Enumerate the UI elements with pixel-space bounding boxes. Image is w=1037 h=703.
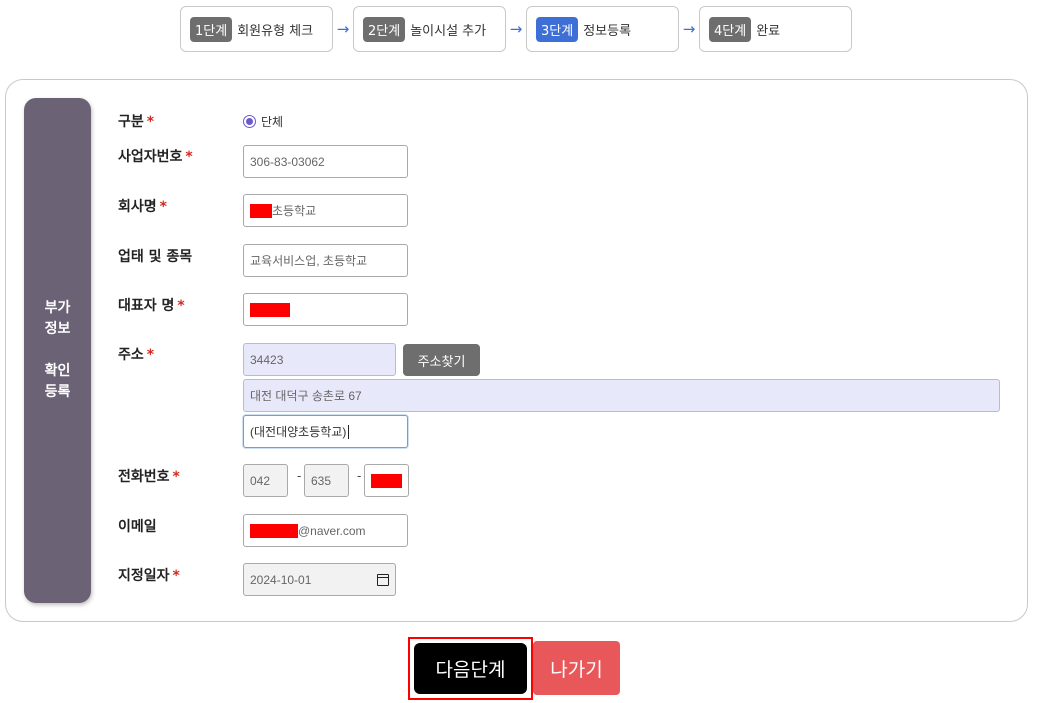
- biz-no-label: 사업자번호 *: [118, 149, 193, 165]
- step-3-label: 정보등록: [583, 23, 632, 39]
- redacted-block: [371, 473, 402, 488]
- sidebar-line-3: 확인: [44, 363, 71, 379]
- address-line2-input[interactable]: (대전대양초등학교): [243, 415, 408, 448]
- step-3: 3단계 정보등록: [526, 6, 679, 52]
- phone-separator: -: [297, 469, 302, 483]
- zipcode-input[interactable]: 34423: [243, 343, 396, 376]
- required-mark: *: [146, 347, 155, 363]
- biz-no-input[interactable]: 306-83-03062: [243, 145, 408, 178]
- step-1-label: 회원유형 체크: [237, 23, 314, 39]
- sidebar-section-title: 부가 정보 확인 등록: [24, 98, 91, 603]
- next-step-button[interactable]: 다음단계: [414, 643, 527, 694]
- type-label: 구분 *: [118, 114, 155, 130]
- required-mark: *: [146, 114, 155, 130]
- required-mark: *: [172, 469, 180, 485]
- redacted-block: [250, 302, 290, 317]
- phone-part1-input[interactable]: 042: [243, 464, 288, 497]
- step-1: 1단계 회원유형 체크: [180, 6, 333, 52]
- email-input[interactable]: @naver.com: [243, 514, 408, 547]
- step-1-badge: 1단계: [190, 16, 233, 42]
- address-line1-input[interactable]: 대전 대덕구 송촌로 67: [243, 379, 1000, 412]
- step-3-badge: 3단계: [536, 16, 579, 42]
- step-arrow-icon: →: [682, 20, 696, 38]
- email-label: 이메일: [118, 519, 157, 535]
- step-2-badge: 2단계: [363, 16, 406, 42]
- step-2: 2단계 놀이시설 추가: [353, 6, 506, 52]
- redacted-block: [250, 203, 272, 218]
- address-search-button[interactable]: 주소찾기: [403, 344, 480, 376]
- step-4: 4단계 완료: [699, 6, 852, 52]
- text-cursor: [348, 424, 350, 439]
- required-mark: *: [159, 199, 167, 215]
- sidebar-line-4: 등록: [44, 384, 71, 400]
- type-option-label: 단체: [261, 115, 284, 129]
- designation-date-label: 지정일자 *: [118, 568, 180, 584]
- sidebar-line-1: 부가: [44, 300, 71, 316]
- redacted-block: [250, 523, 298, 538]
- required-mark: *: [172, 568, 180, 584]
- next-button-highlight: 다음단계: [408, 637, 533, 700]
- step-arrow-icon: →: [509, 20, 523, 38]
- step-indicator: 1단계 회원유형 체크 → 2단계 놀이시설 추가 → 3단계 정보등록 → 4…: [180, 6, 852, 52]
- company-label: 회사명 *: [118, 199, 167, 215]
- step-arrow-icon: →: [336, 20, 350, 38]
- phone-part2-input[interactable]: 635: [304, 464, 349, 497]
- required-mark: *: [185, 149, 193, 165]
- business-label: 업태 및 종목: [118, 249, 193, 265]
- type-radio-group[interactable]: 단체: [243, 113, 283, 130]
- phone-part3-input[interactable]: [364, 464, 409, 497]
- company-input[interactable]: 초등학교: [243, 194, 408, 227]
- step-2-label: 놀이시설 추가: [410, 23, 487, 39]
- phone-separator: -: [357, 469, 362, 483]
- info-form-card: 부가 정보 확인 등록 구분 * 단체 사업자번호 * 306-83-03062 회…: [5, 79, 1028, 622]
- phone-label: 전화번호 *: [118, 469, 180, 485]
- step-4-badge: 4단계: [709, 16, 752, 42]
- address-label: 주소 *: [118, 347, 155, 363]
- business-input[interactable]: 교육서비스업, 초등학교: [243, 244, 408, 277]
- exit-button[interactable]: 나가기: [533, 641, 620, 695]
- radio-selected-icon[interactable]: [243, 115, 256, 128]
- designation-date-input[interactable]: 2024-10-01: [243, 563, 396, 596]
- ceo-input[interactable]: [243, 293, 408, 326]
- required-mark: *: [177, 298, 185, 314]
- step-4-label: 완료: [756, 23, 781, 39]
- sidebar-line-2: 정보: [44, 321, 71, 337]
- calendar-icon[interactable]: [377, 573, 389, 586]
- ceo-label: 대표자 명 *: [118, 298, 185, 314]
